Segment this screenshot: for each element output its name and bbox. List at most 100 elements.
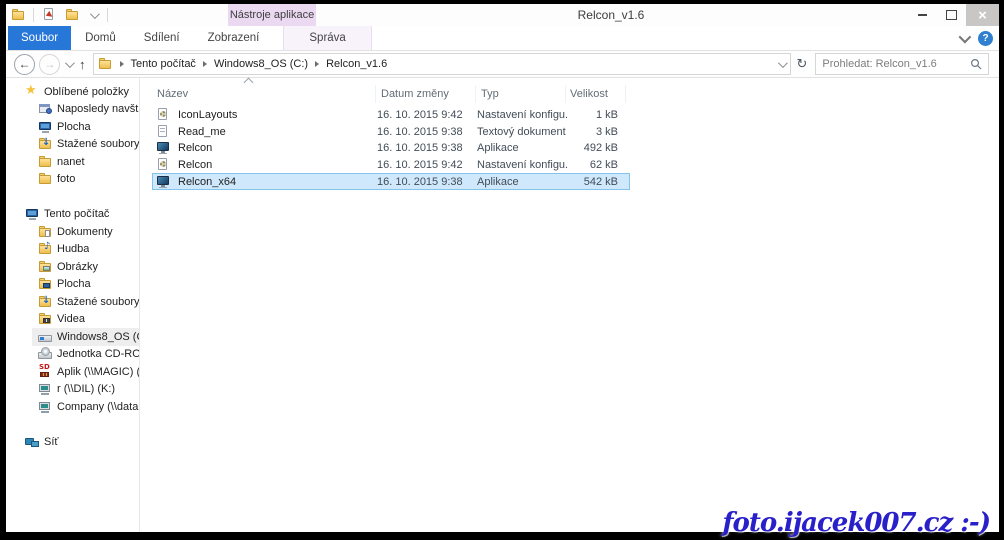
minimize-button[interactable] [908, 4, 937, 26]
breadcrumb-separator-icon [120, 61, 124, 67]
table-row[interactable]: Relcon16. 10. 2015 9:42Nastavení konfigu… [152, 157, 630, 174]
close-button[interactable] [966, 4, 999, 26]
sidebar-item-sta-en-soubory[interactable]: Stažené soubory [6, 136, 139, 154]
sd-card-icon [38, 365, 53, 379]
address-dropdown-chevron-icon[interactable] [777, 58, 787, 68]
sidebar-item-foto[interactable]: foto [6, 171, 139, 189]
sidebar-item-naposledy-nav-t-ver[interactable]: Naposledy navštíver [6, 101, 139, 119]
sidebar-item-label: Windows8_OS (C:) [57, 331, 139, 343]
file-name-cell: Relcon [153, 141, 377, 155]
table-row[interactable]: Relcon_x6416. 10. 2015 9:38Aplikace542 k… [152, 173, 630, 190]
explorer-button[interactable] [8, 6, 28, 24]
file-name: Relcon [178, 142, 212, 154]
properties-button[interactable] [39, 6, 59, 24]
sidebar-item-r-dil-k[interactable]: r (\\DIL) (K:) [6, 381, 139, 399]
sidebar-section-tento-po-ta[interactable]: Tento počítač [6, 206, 139, 224]
sidebar-item-label: Obrázky [57, 261, 98, 273]
sidebar-item-label: Dokumenty [57, 226, 113, 238]
downloads-icon [38, 137, 53, 151]
column-header-n-zev[interactable]: Název [152, 85, 376, 103]
tab-dom[interactable]: Domů [71, 26, 130, 50]
sidebar-item-label: Stažené soubory [57, 138, 139, 150]
up-button[interactable]: ↑ [79, 57, 86, 72]
qat-customize-chevron-icon[interactable] [90, 9, 100, 19]
pictures-icon [38, 260, 53, 274]
videos-icon [38, 312, 53, 326]
address-bar[interactable]: Tento počítač Windows8_OS (C:) Relcon_v1.6 [93, 53, 791, 75]
maximize-button[interactable] [937, 4, 966, 26]
file-date-cell: 16. 10. 2015 9:38 [377, 126, 477, 138]
sidebar-item-jednotka-cd-rom[interactable]: Jednotka CD-ROM ( [6, 346, 139, 364]
sidebar-item-windows8-os-c[interactable]: Windows8_OS (C:) [6, 328, 139, 346]
help-icon[interactable] [978, 31, 993, 46]
file-type-cell: Aplikace [477, 176, 567, 188]
desktop-folder-icon [38, 277, 53, 291]
file-name: Relcon_x64 [178, 176, 236, 188]
sidebar-section-obl-ben-polo-ky[interactable]: Oblíbené položky [6, 83, 139, 101]
sidebar-item-dokumenty[interactable]: Dokumenty [6, 223, 139, 241]
file-name-cell: IconLayouts [153, 108, 377, 122]
config-file-icon [156, 158, 171, 172]
file-name: Relcon [178, 159, 212, 171]
sidebar-item-plocha[interactable]: Plocha [6, 276, 139, 294]
navigation-pane: Oblíbené položky Naposledy navštíver Ploch… [6, 78, 140, 532]
breadcrumb-windows8-os-c[interactable]: Windows8_OS (C:) [214, 58, 308, 70]
file-date-cell: 16. 10. 2015 9:42 [377, 159, 477, 171]
file-name: Read_me [178, 126, 226, 138]
toolbar-separator [107, 8, 108, 22]
forward-button[interactable]: → [39, 54, 60, 75]
text-file-icon [156, 125, 171, 139]
column-headers: NázevDatum změnyTypVelikost [152, 85, 626, 103]
table-row[interactable]: Relcon16. 10. 2015 9:38Aplikace492 kB [152, 140, 630, 157]
table-row[interactable]: Read_me16. 10. 2015 9:38Textový dokument… [152, 124, 630, 141]
quick-access-toolbar [8, 5, 110, 25]
application-icon [156, 141, 171, 155]
sidebar-item-hudba[interactable]: Hudba [6, 241, 139, 259]
sidebar-section-label: Tento počítač [44, 208, 109, 220]
sidebar-section-s[interactable]: Síť [6, 433, 139, 451]
sidebar-item-aplik-magic-g[interactable]: Aplik (\\MAGIC) (G:) [6, 363, 139, 381]
tab-sd-len[interactable]: Sdílení [130, 26, 194, 50]
tab-zobrazen[interactable]: Zobrazení [194, 26, 274, 50]
sidebar-item-nanet[interactable]: nanet [6, 153, 139, 171]
ribbon-tab-bar: Soubor DomůSdíleníZobrazení Správa [6, 26, 999, 51]
sidebar-item-obr-zky[interactable]: Obrázky [6, 258, 139, 276]
sidebar-item-label: foto [57, 173, 75, 185]
breadcrumb-tento-po-ta[interactable]: Tento počítač [131, 58, 196, 70]
sidebar-item-label: nanet [57, 156, 85, 168]
file-name-cell: Relcon [153, 158, 377, 172]
contextual-tab-group-label: Nástroje aplikace [228, 4, 316, 26]
breadcrumb-separator-icon [203, 61, 207, 67]
breadcrumb-relcon-v1-6[interactable]: Relcon_v1.6 [326, 58, 387, 70]
table-row[interactable]: IconLayouts16. 10. 2015 9:42Nastavení ko… [152, 107, 630, 124]
refresh-button[interactable]: ↻ [797, 57, 808, 72]
new-folder-button[interactable] [62, 6, 82, 24]
sidebar-item-sta-en-soubory[interactable]: Stažené soubory [6, 293, 139, 311]
search-box[interactable] [815, 53, 989, 75]
title-bar: Nástroje aplikace Relcon_v1.6 [6, 4, 999, 26]
sidebar-item-label: Company (\\dataint [57, 401, 139, 413]
computer-icon [25, 207, 40, 221]
search-icon [970, 58, 982, 70]
file-size-cell: 62 kB [567, 159, 623, 171]
downloads-icon [38, 295, 53, 309]
tab-spr-va[interactable]: Správa [283, 26, 371, 50]
main-area: Oblíbené položky Naposledy navštíver Ploch… [6, 78, 999, 532]
sidebar-item-videa[interactable]: Videa [6, 311, 139, 329]
ribbon-right-controls [959, 26, 993, 50]
expand-ribbon-icon[interactable] [959, 30, 972, 43]
recent-locations-chevron-icon[interactable] [65, 58, 75, 68]
search-input[interactable] [816, 58, 964, 70]
sidebar-item-plocha[interactable]: Plocha [6, 118, 139, 136]
column-header-velikost[interactable]: Velikost [566, 85, 626, 103]
sidebar-item-label: Plocha [57, 278, 91, 290]
sidebar-item-label: Naposledy navštíver [57, 103, 139, 115]
sidebar-item-label: Plocha [57, 121, 91, 133]
file-name-cell: Relcon_x64 [153, 175, 377, 189]
sidebar-item-company-dataint[interactable]: Company (\\dataint [6, 398, 139, 416]
photo-watermark: foto.ijacek007.cz :-) [722, 508, 990, 538]
column-header-typ[interactable]: Typ [476, 85, 566, 103]
tab-soubor[interactable]: Soubor [8, 26, 71, 50]
back-button[interactable]: ← [14, 54, 35, 75]
column-header-datum-zm-ny[interactable]: Datum změny [376, 85, 476, 103]
